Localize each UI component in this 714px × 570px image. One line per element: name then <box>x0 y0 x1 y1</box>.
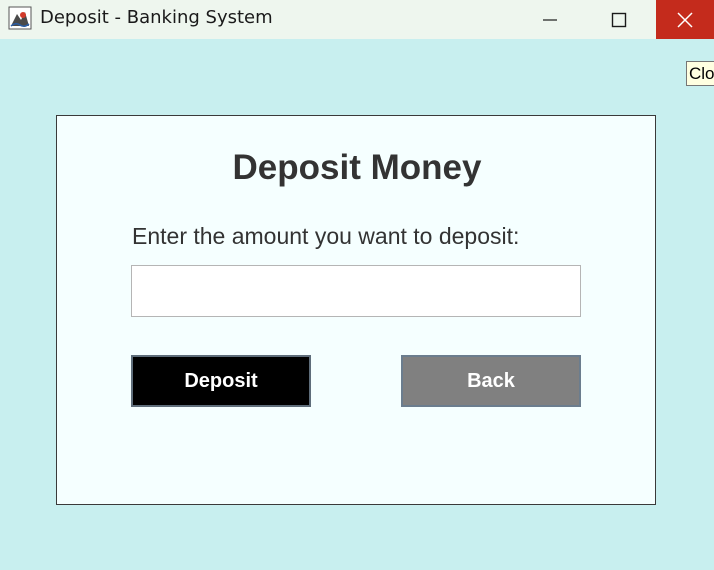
close-tooltip: Clo <box>686 61 714 86</box>
window-title: Deposit - Banking System <box>40 7 273 28</box>
title-bar[interactable]: Deposit - Banking System <box>0 0 714 39</box>
close-button[interactable] <box>656 0 714 39</box>
app-window: Deposit - Banking System Clo Deposit Mon… <box>0 0 714 570</box>
amount-label: Enter the amount you want to deposit: <box>132 223 520 249</box>
minimize-icon <box>543 18 557 21</box>
java-app-icon <box>8 6 32 30</box>
page-title: Deposit Money <box>232 148 482 187</box>
amount-input[interactable] <box>131 265 581 317</box>
maximize-icon <box>611 12 627 27</box>
back-button[interactable]: Back <box>401 355 581 407</box>
minimize-button[interactable] <box>521 0 579 39</box>
close-icon <box>677 11 693 28</box>
deposit-button[interactable]: Deposit <box>131 355 311 407</box>
maximize-button[interactable] <box>590 0 648 39</box>
